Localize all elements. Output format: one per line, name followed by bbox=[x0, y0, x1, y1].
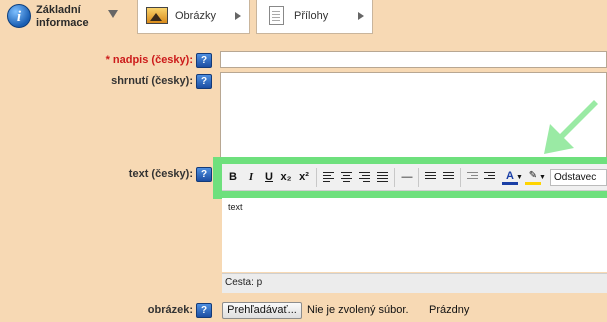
help-icon[interactable]: ? bbox=[196, 53, 212, 68]
bullet-list-icon[interactable] bbox=[425, 172, 436, 183]
image-icon bbox=[146, 7, 168, 24]
toolbar-separator bbox=[418, 168, 419, 187]
arrow-pointer-icon bbox=[544, 100, 598, 154]
tab-attachments[interactable]: Přílohy bbox=[256, 0, 373, 34]
file-status: Nie je zvolený súbor. bbox=[307, 304, 409, 316]
summary-label: shrnutí (česky): bbox=[111, 75, 193, 87]
superscript-button[interactable]: x² bbox=[296, 170, 312, 185]
editor-path-bar: Cesta: p bbox=[222, 273, 607, 293]
horizontal-rule-button[interactable]: — bbox=[399, 170, 415, 185]
document-icon bbox=[269, 6, 284, 25]
chevron-right-icon[interactable] bbox=[235, 12, 241, 20]
align-center-icon[interactable] bbox=[341, 172, 352, 183]
align-right-icon[interactable] bbox=[359, 172, 370, 183]
editor-toolbar: B I U x₂ x² — A ▼ ✎ ▼ Odstavec bbox=[222, 164, 607, 191]
tab-attachments-label: Přílohy bbox=[294, 10, 329, 22]
chevron-right-icon[interactable] bbox=[358, 12, 364, 20]
align-left-icon[interactable] bbox=[323, 172, 334, 183]
toolbar-separator bbox=[460, 168, 461, 187]
editor-content[interactable]: text bbox=[228, 202, 243, 212]
underline-button[interactable]: U bbox=[261, 170, 277, 185]
toolbar-separator bbox=[316, 168, 317, 187]
help-icon[interactable]: ? bbox=[196, 167, 212, 182]
tab-images-label: Obrázky bbox=[175, 10, 216, 22]
title-label: * nadpis (česky): bbox=[105, 54, 193, 66]
tab-images[interactable]: Obrázky bbox=[137, 0, 250, 34]
bold-button[interactable]: B bbox=[225, 170, 241, 185]
help-icon[interactable]: ? bbox=[196, 303, 212, 318]
editor-path: Cesta: p bbox=[225, 277, 263, 288]
info-icon: i bbox=[7, 4, 31, 28]
editor-content-area[interactable]: text bbox=[222, 198, 607, 272]
file-value: Prázdny bbox=[429, 304, 470, 316]
text-label: text (česky): bbox=[128, 168, 193, 180]
indent-icon[interactable] bbox=[484, 172, 495, 183]
tab-basic-info-label: Základní informace bbox=[36, 4, 89, 29]
numbered-list-icon[interactable] bbox=[443, 172, 454, 183]
italic-button[interactable]: I bbox=[243, 170, 259, 185]
align-justify-icon[interactable] bbox=[377, 172, 388, 183]
subscript-button[interactable]: x₂ bbox=[278, 170, 294, 185]
tab-basic-info[interactable]: i Základní informace bbox=[0, 0, 133, 34]
toolbar-separator bbox=[394, 168, 395, 187]
title-input[interactable] bbox=[220, 51, 607, 68]
tab-bar: i Základní informace Obrázky Přílohy bbox=[0, 0, 607, 38]
chevron-down-icon[interactable]: ▼ bbox=[516, 170, 523, 185]
outdent-icon[interactable] bbox=[467, 172, 478, 183]
help-icon[interactable]: ? bbox=[196, 74, 212, 89]
chevron-down-icon[interactable]: ▼ bbox=[539, 170, 546, 185]
format-select[interactable]: Odstavec bbox=[550, 169, 607, 186]
image-label: obrázek: bbox=[147, 304, 193, 316]
chevron-down-icon[interactable] bbox=[108, 10, 118, 18]
browse-button[interactable]: Prehľadávať... bbox=[222, 302, 302, 319]
